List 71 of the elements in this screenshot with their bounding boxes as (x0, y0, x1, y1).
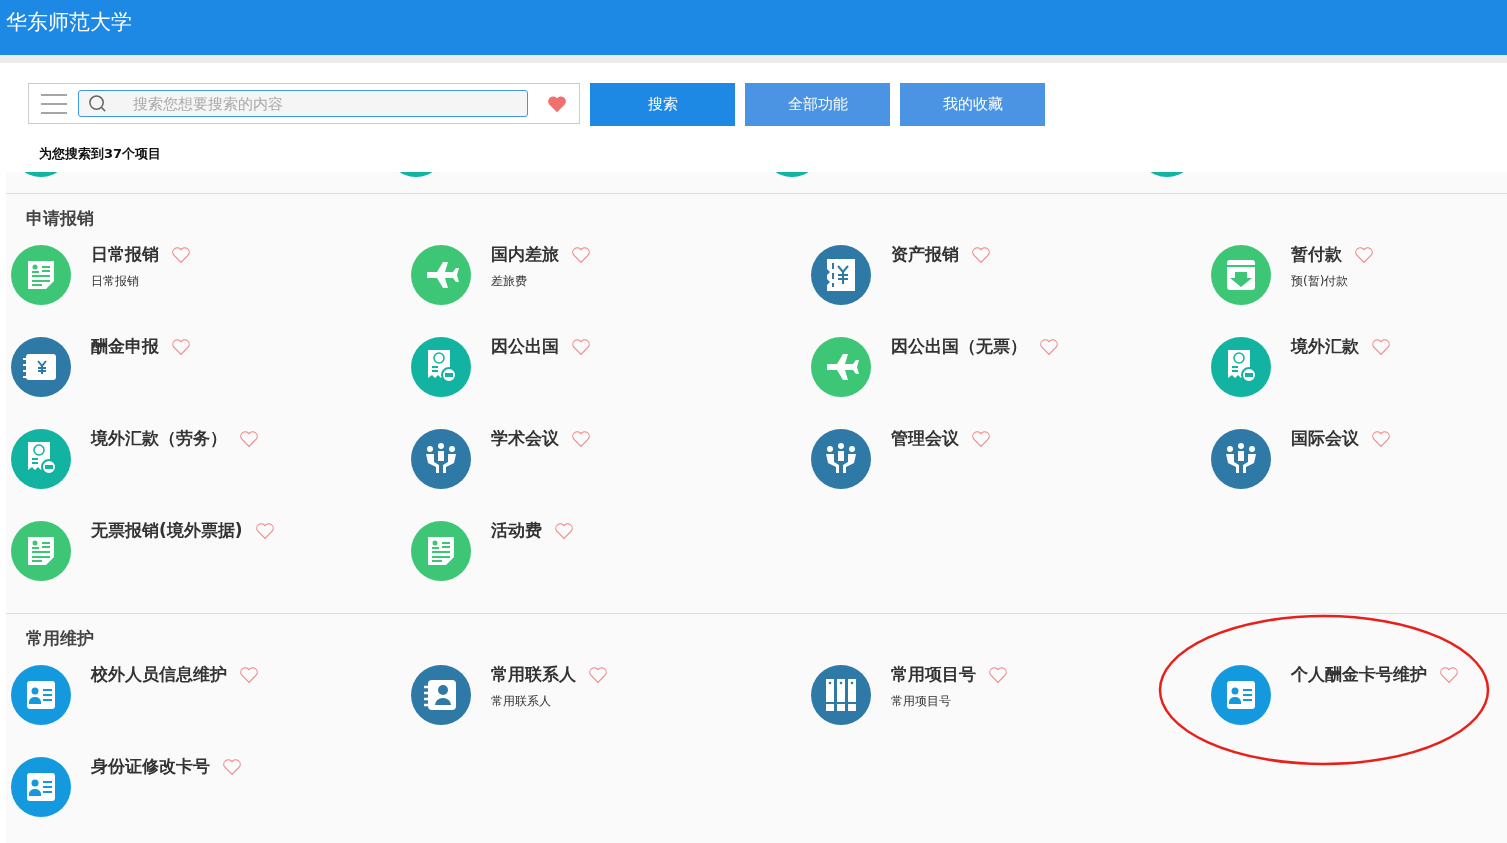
heart-icon[interactable] (222, 757, 242, 776)
heart-icon[interactable] (239, 429, 259, 448)
id-card-icon[interactable] (1211, 665, 1271, 725)
site-title: 华东师范大学 (6, 9, 132, 36)
voucher-icon[interactable] (11, 429, 71, 489)
item-title[interactable]: 暂付款 (1291, 243, 1342, 266)
document-icon[interactable] (411, 521, 471, 581)
item-title[interactable]: 境外汇款 (1291, 335, 1359, 358)
heart-icon[interactable] (171, 337, 191, 356)
document-icon[interactable] (11, 521, 71, 581)
heart-icon[interactable] (547, 94, 567, 113)
search-field[interactable]: 搜索您想要搜索的内容 (78, 90, 528, 117)
item-subtitle: 常用项目号 (891, 693, 952, 710)
section-title: 常用维护 (25, 627, 95, 650)
heart-icon[interactable] (571, 337, 591, 356)
item-title[interactable]: 日常报销 (91, 243, 159, 266)
people-icon[interactable] (1211, 429, 1271, 489)
section-title: 申请报销 (25, 207, 95, 230)
document-icon[interactable] (11, 245, 71, 305)
item-title[interactable]: 常用项目号 (891, 663, 976, 686)
item-subtitle: 日常报销 (91, 273, 140, 290)
item-title[interactable]: 管理会议 (891, 427, 959, 450)
heart-icon[interactable] (988, 665, 1008, 684)
airplane-icon[interactable] (411, 245, 471, 305)
item-title[interactable]: 资产报销 (891, 243, 959, 266)
item-subtitle: 常用联系人 (491, 693, 552, 710)
heart-icon[interactable] (1371, 429, 1391, 448)
heart-icon[interactable] (571, 245, 591, 264)
contact-book-icon[interactable] (411, 665, 471, 725)
item-title[interactable]: 校外人员信息维护 (91, 663, 227, 686)
item-title[interactable]: 无票报销(境外票据) (91, 519, 243, 542)
heart-icon[interactable] (554, 521, 574, 540)
id-card-icon[interactable] (11, 757, 71, 817)
download-box-icon[interactable] (1211, 245, 1271, 305)
item-subtitle: 预(暂)付款 (1291, 273, 1350, 290)
search-icon (88, 94, 107, 113)
heart-icon[interactable] (239, 665, 259, 684)
receipt-icon[interactable] (811, 245, 871, 305)
heart-icon[interactable] (1371, 337, 1391, 356)
item-title[interactable]: 学术会议 (491, 427, 559, 450)
item-title[interactable]: 因公出国（无票） (891, 335, 1027, 358)
voucher-icon[interactable] (1211, 337, 1271, 397)
heart-icon[interactable] (171, 245, 191, 264)
item-title[interactable]: 境外汇款（劳务） (91, 427, 227, 450)
item-title[interactable]: 国际会议 (1291, 427, 1359, 450)
item-title[interactable]: 酬金申报 (91, 335, 159, 358)
item-title[interactable]: 个人酬金卡号维护 (1291, 663, 1427, 686)
item-title[interactable]: 活动费 (491, 519, 542, 542)
menu-icon[interactable] (41, 93, 67, 114)
heart-icon[interactable] (971, 245, 991, 264)
toolbar-button[interactable]: 搜索 (590, 83, 735, 126)
people-icon[interactable] (411, 429, 471, 489)
heart-icon[interactable] (588, 665, 608, 684)
heart-icon[interactable] (1039, 337, 1059, 356)
wallet-icon[interactable] (11, 337, 71, 397)
binders-icon[interactable] (811, 665, 871, 725)
airplane-icon[interactable] (811, 337, 871, 397)
item-title[interactable]: 身份证修改卡号 (91, 755, 210, 778)
result-count: 为您搜索到37个项目 (38, 145, 163, 163)
heart-icon[interactable] (1354, 245, 1374, 264)
item-title[interactable]: 因公出国 (491, 335, 559, 358)
heart-icon[interactable] (571, 429, 591, 448)
item-subtitle: 差旅费 (491, 273, 528, 290)
item-title[interactable]: 常用联系人 (491, 663, 576, 686)
heart-icon[interactable] (1439, 665, 1459, 684)
voucher-icon[interactable] (411, 337, 471, 397)
heart-icon[interactable] (254, 521, 275, 540)
people-icon[interactable] (811, 429, 871, 489)
item-title[interactable]: 国内差旅 (491, 243, 559, 266)
id-card-icon[interactable] (11, 665, 71, 725)
heart-icon[interactable] (971, 429, 991, 448)
